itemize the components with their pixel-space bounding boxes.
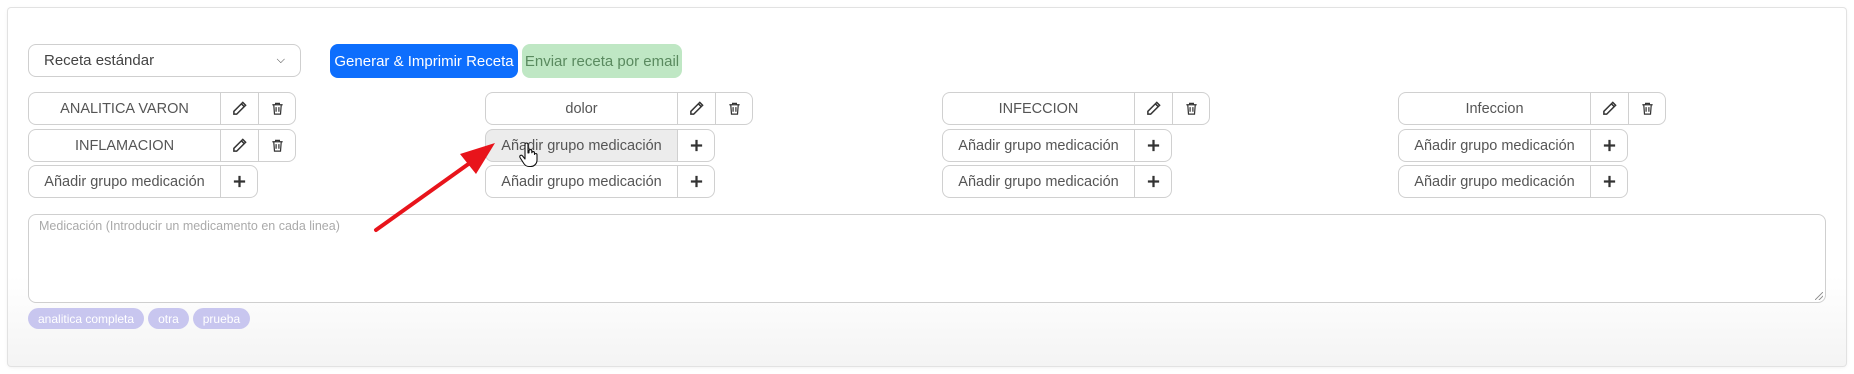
pencil-icon	[1147, 101, 1161, 115]
medication-placeholder: Medicación (Introducir un medicamento en…	[39, 219, 340, 233]
add-group-button[interactable]	[1134, 129, 1172, 162]
add-group-col4-b: Añadir grupo medicación	[1398, 165, 1628, 198]
resize-handle-icon[interactable]	[1815, 292, 1823, 300]
edit-group-button[interactable]	[677, 92, 715, 125]
plus-icon	[690, 175, 702, 188]
tag-otra[interactable]: otra	[148, 308, 189, 329]
pencil-icon	[233, 138, 247, 152]
email-recipe-button[interactable]: Enviar receta por email	[522, 44, 682, 78]
add-group-field[interactable]: Añadir grupo medicación	[485, 165, 677, 198]
add-group-col1: Añadir grupo medicación	[28, 165, 258, 198]
tag-prueba[interactable]: prueba	[192, 308, 251, 329]
add-group-button[interactable]	[677, 165, 715, 198]
recipe-type-value: Receta estándar	[44, 52, 155, 69]
add-group-col3-a: Añadir grupo medicación	[942, 129, 1172, 162]
add-group-button[interactable]	[220, 165, 258, 198]
tag-analitica-completa[interactable]: analitica completa	[28, 308, 145, 329]
medication-tags: analitica completa otra prueba	[28, 308, 251, 329]
delete-group-button[interactable]	[1172, 92, 1210, 125]
edit-group-button[interactable]	[1590, 92, 1628, 125]
hand-cursor-icon	[519, 142, 538, 168]
pencil-icon	[1603, 101, 1617, 115]
med-group-name[interactable]: Infeccion	[1398, 92, 1590, 125]
chevron-down-icon: ⌵	[276, 54, 285, 66]
med-group-name[interactable]: INFLAMACION	[28, 129, 220, 162]
med-group-dolor: dolor	[485, 92, 753, 125]
trash-icon	[1641, 102, 1653, 115]
add-group-field[interactable]: Añadir grupo medicación	[1398, 165, 1590, 198]
add-group-button[interactable]	[677, 129, 715, 162]
medication-textarea[interactable]: Medicación (Introducir un medicamento en…	[28, 214, 1826, 303]
plus-icon	[1147, 175, 1159, 188]
med-group-infeccion-upper: INFECCION	[942, 92, 1210, 125]
add-group-button[interactable]	[1134, 165, 1172, 198]
delete-group-button[interactable]	[258, 92, 296, 125]
add-group-button[interactable]	[1590, 129, 1628, 162]
trash-icon	[271, 102, 283, 115]
add-group-field[interactable]: Añadir grupo medicación	[28, 165, 220, 198]
edit-group-button[interactable]	[1134, 92, 1172, 125]
plus-icon	[233, 175, 245, 188]
add-group-col4-a: Añadir grupo medicación	[1398, 129, 1628, 162]
add-group-field[interactable]: Añadir grupo medicación	[1398, 129, 1590, 162]
recipe-type-select[interactable]: Receta estándar ⌵	[28, 44, 301, 77]
trash-icon	[728, 102, 740, 115]
med-group-name[interactable]: dolor	[485, 92, 677, 125]
trash-icon	[1185, 102, 1197, 115]
delete-group-button[interactable]	[1628, 92, 1666, 125]
pencil-icon	[690, 101, 704, 115]
pencil-icon	[233, 101, 247, 115]
med-group-name[interactable]: INFECCION	[942, 92, 1134, 125]
edit-group-button[interactable]	[220, 129, 258, 162]
add-group-field[interactable]: Añadir grupo medicación	[942, 129, 1134, 162]
med-group-analitica-varon: ANALITICA VARON	[28, 92, 296, 125]
plus-icon	[1603, 139, 1615, 152]
plus-icon	[1147, 139, 1159, 152]
plus-icon	[690, 139, 702, 152]
add-group-col3-b: Añadir grupo medicación	[942, 165, 1172, 198]
add-group-button[interactable]	[1590, 165, 1628, 198]
add-group-field[interactable]: Añadir grupo medicación	[485, 129, 677, 162]
plus-icon	[1603, 175, 1615, 188]
med-group-infeccion-lower: Infeccion	[1398, 92, 1666, 125]
trash-icon	[271, 139, 283, 152]
add-group-field[interactable]: Añadir grupo medicación	[942, 165, 1134, 198]
delete-group-button[interactable]	[715, 92, 753, 125]
med-group-inflamacion: INFLAMACION	[28, 129, 296, 162]
delete-group-button[interactable]	[258, 129, 296, 162]
generate-print-button[interactable]: Generar & Imprimir Receta	[330, 44, 518, 78]
med-group-name[interactable]: ANALITICA VARON	[28, 92, 220, 125]
add-group-col2-b: Añadir grupo medicación	[485, 165, 715, 198]
edit-group-button[interactable]	[220, 92, 258, 125]
